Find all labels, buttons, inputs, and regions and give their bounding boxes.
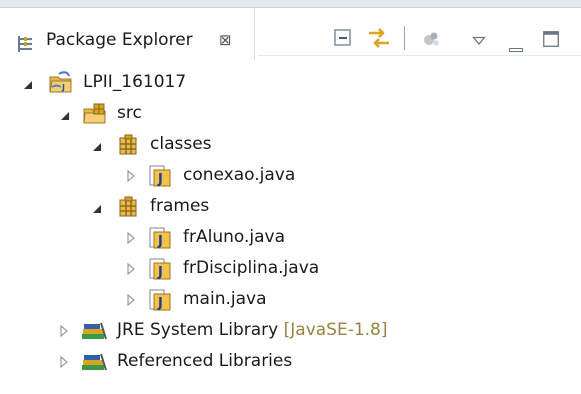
collapsed-arrow-icon[interactable]	[125, 254, 137, 284]
tree-item-package-frames[interactable]: frames	[0, 192, 230, 222]
tree-item-label: JRE System Library [JavaSE-1.8]	[117, 320, 388, 340]
tab-bar-divider	[258, 55, 581, 56]
java-file-icon: J	[148, 164, 172, 192]
tree-item-label: conexao.java	[183, 165, 296, 185]
tree-item-label: frAluno.java	[183, 227, 285, 247]
tree-item-label: Referenced Libraries	[117, 351, 293, 371]
svg-text:J: J	[157, 265, 163, 280]
tree-item-jre-library[interactable]: JRE System Library [JavaSE-1.8]	[0, 316, 420, 346]
library-icon	[80, 319, 108, 347]
svg-text:J: J	[157, 234, 163, 249]
collapse-all-icon[interactable]	[333, 28, 353, 52]
close-view-icon[interactable]: ⊠	[219, 31, 232, 49]
tree-item-label: src	[117, 103, 142, 123]
view-title: Package Explorer	[46, 30, 193, 50]
svg-text:J: J	[157, 172, 163, 187]
expanded-arrow-icon[interactable]	[22, 68, 34, 98]
tree-item-label: main.java	[183, 289, 267, 309]
library-icon	[80, 350, 108, 378]
focus-on-active-task-icon[interactable]	[420, 28, 442, 54]
package-explorer-tab[interactable]: Package Explorer ⊠	[0, 8, 255, 60]
tree-item-file-frdisciplina[interactable]: J frDisciplina.java	[0, 254, 340, 284]
svg-text:J: J	[61, 83, 65, 92]
tree-item-project[interactable]: J LPII_161017	[0, 68, 250, 98]
collapsed-arrow-icon[interactable]	[58, 316, 70, 346]
tree-item-label: frDisciplina.java	[183, 258, 320, 278]
expanded-arrow-icon[interactable]	[91, 130, 103, 160]
svg-text:J: J	[157, 296, 163, 311]
toolbar-separator	[404, 26, 405, 50]
java-project-icon: J	[48, 71, 74, 99]
collapsed-arrow-icon[interactable]	[125, 161, 137, 191]
window-top-strip	[0, 0, 581, 8]
expanded-arrow-icon[interactable]	[91, 192, 103, 222]
tree-item-file-conexao[interactable]: J conexao.java	[0, 161, 320, 191]
package-icon	[116, 195, 140, 223]
package-explorer-icon	[16, 35, 34, 57]
library-decoration: [JavaSE-1.8]	[283, 320, 388, 340]
tree-item-file-main[interactable]: J main.java	[0, 285, 300, 315]
link-with-editor-icon[interactable]	[366, 24, 392, 56]
minimize-icon[interactable]	[509, 37, 523, 56]
tree-item-file-fraluno[interactable]: J frAluno.java	[0, 223, 320, 253]
tree-item-label: classes	[150, 134, 212, 154]
package-icon	[116, 133, 140, 161]
collapsed-arrow-icon[interactable]	[58, 347, 70, 377]
tree-item-label: LPII_161017	[83, 72, 187, 92]
view-menu-icon[interactable]	[472, 31, 486, 50]
tree-item-src[interactable]: src	[0, 99, 160, 129]
collapsed-arrow-icon[interactable]	[125, 223, 137, 253]
java-file-icon: J	[148, 226, 172, 254]
tree-item-package-classes[interactable]: classes	[0, 130, 230, 160]
java-file-icon: J	[148, 257, 172, 285]
java-file-icon: J	[148, 288, 172, 316]
maximize-icon[interactable]	[543, 31, 559, 51]
collapsed-arrow-icon[interactable]	[125, 285, 137, 315]
tree-item-referenced-libraries[interactable]: Referenced Libraries	[0, 347, 340, 377]
tree-item-label: frames	[150, 196, 210, 216]
expanded-arrow-icon[interactable]	[59, 99, 71, 129]
source-folder-icon	[82, 102, 108, 130]
library-name: JRE System Library	[117, 320, 279, 340]
